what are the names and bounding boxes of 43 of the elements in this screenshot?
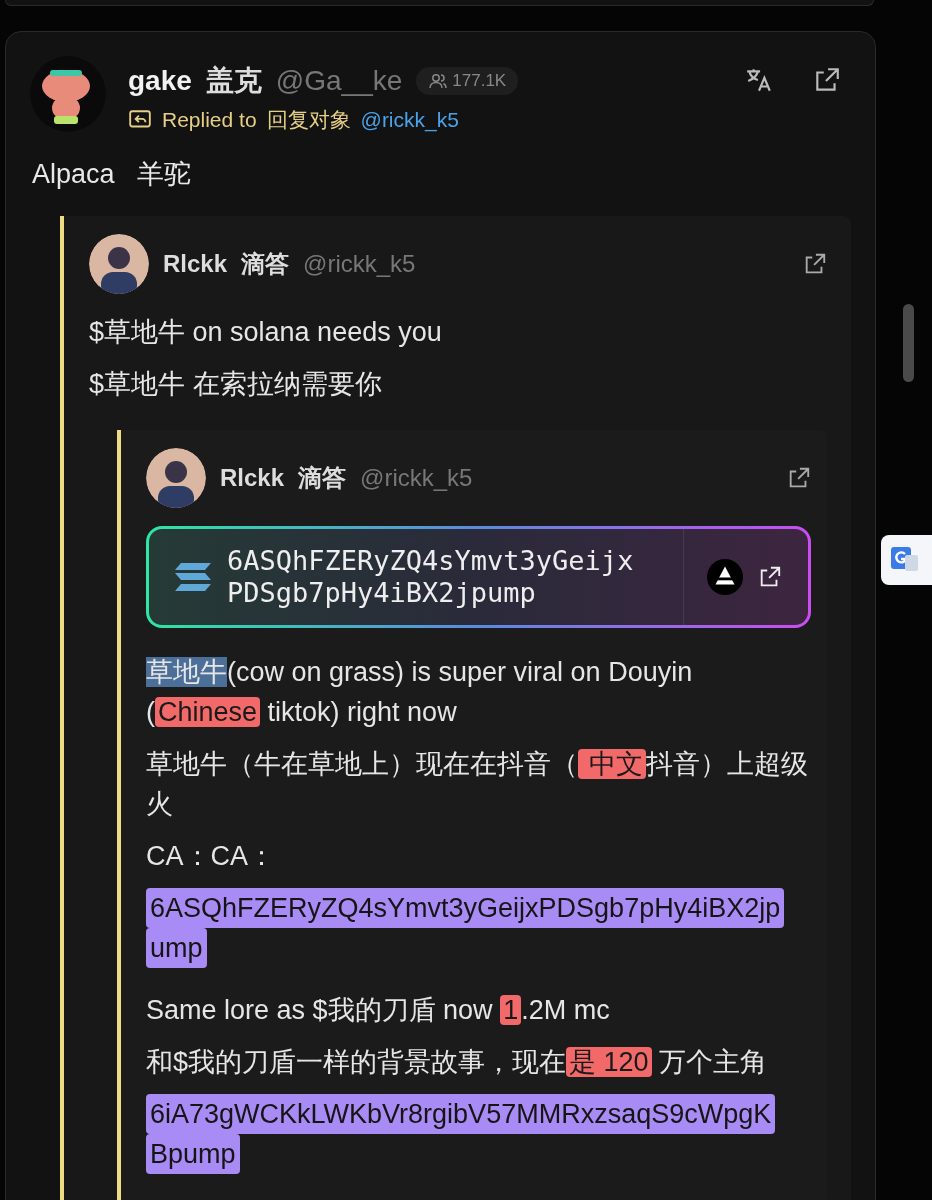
token-card[interactable]: 6ASQhFZERyZQ4sYmvt3yGeijx PDSgb7pHy4iBX2jpump [146,526,811,628]
external-link-icon[interactable] [758,565,782,589]
follower-number: 177.1K [452,71,507,91]
post-text: CA：CA： [146,840,276,873]
author-handle: @Ga__ke [275,65,403,97]
users-icon [428,71,449,91]
post-text: $草地牛 on solana needs you [89,316,443,349]
address-link[interactable]: Bpump [146,1134,240,1174]
address-link[interactable]: 6iA73gWCKkLWKbVr8rgibV57MMRxzsaqS9cWpgK [146,1094,776,1134]
translate-icon[interactable] [745,66,773,94]
solana-logo-icon [173,561,213,593]
address-link[interactable]: ump [146,928,207,968]
author-name-chinese: 滴答 [298,463,347,493]
author-handle: @rickk_k5 [360,464,473,492]
post-text: 草地牛(cow on grass) is super viral on Douyin (Chinese tiktok) right now [146,656,694,729]
scrollbar-thumb[interactable] [903,304,914,382]
reply-target-link[interactable]: @rickk_k5 [360,108,459,132]
selected-text: 草地牛 [146,657,227,687]
author-name: Rlckk [163,250,228,278]
post-text: $草地牛 在索拉纳需要你 [89,368,383,401]
author-name-chinese: 盖克 [205,64,262,98]
highlighted-text: 中文 [578,749,646,779]
post-text: Alpaca 羊驼 [32,158,193,191]
post-text: 和$我的刀盾一样的背景故事，现在是 120 万个主角 [146,1046,769,1079]
highlighted-text: 是 120 [566,1047,652,1077]
translate-extension-tab[interactable] [881,535,932,585]
highlighted-text: 1 [500,995,522,1025]
external-link-icon[interactable] [803,252,827,276]
replied-to-label: Replied to [162,108,257,132]
author-handle: @rickk_k5 [303,250,416,278]
token-address: 6ASQhFZERyZQ4sYmvt3yGeijx [227,545,634,577]
triangle-logo-icon[interactable] [706,558,744,596]
author-name: Rlckk [220,464,285,492]
post-text: Same lore as $我的刀盾 now 1.2M mc [146,994,611,1027]
token-address: PDSgb7pHy4iBX2jpump [227,577,537,609]
replied-to-label-chinese: 回复对象 [266,107,351,133]
author-name-chinese: 滴答 [241,249,290,279]
post-text: 草地牛（牛在草地上）现在在抖音（ 中文抖音）上超级火 [146,748,809,821]
author-name: gake [128,65,192,97]
external-link-icon[interactable] [787,466,811,490]
highlighted-text: Chinese [155,697,261,727]
external-link-icon[interactable] [813,66,841,94]
address-link[interactable]: 6ASQhFZERyZQ4sYmvt3yGeijxPDSgb7pHy4iBX2jp [146,888,785,928]
